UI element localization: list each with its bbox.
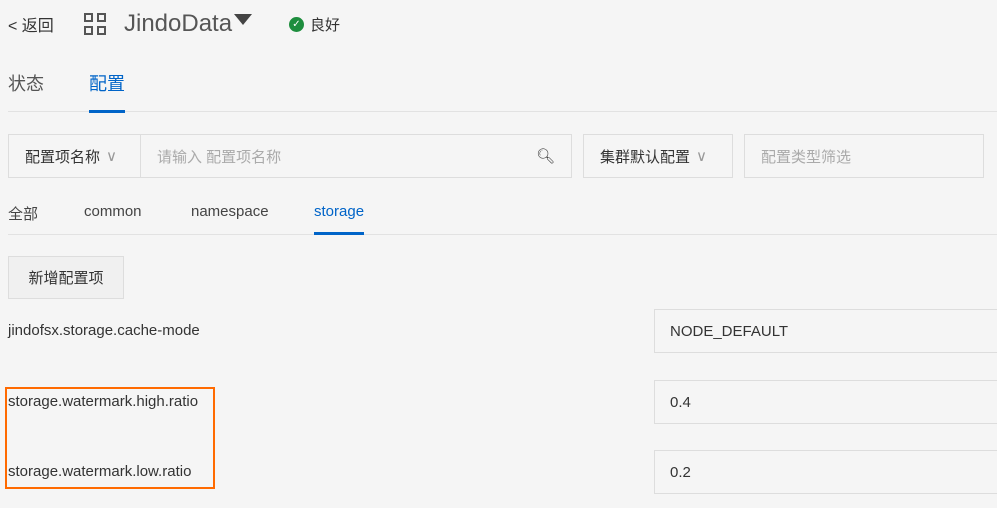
tab-common[interactable]: common <box>84 203 142 232</box>
apps-grid-icon[interactable] <box>84 13 106 35</box>
tab-namespace[interactable]: namespace <box>191 203 269 232</box>
config-value-input[interactable]: 0.4 <box>654 380 997 424</box>
chevron-down-icon: ∨ <box>696 148 707 165</box>
tab-storage[interactable]: storage <box>314 203 365 235</box>
cluster-title-dropdown[interactable]: JindoData <box>124 10 253 38</box>
search-icon[interactable]: 🔍︎ <box>536 147 555 165</box>
highlight-box <box>5 387 215 489</box>
chevron-left-icon: < <box>8 18 18 35</box>
add-config-button[interactable]: 新增配置项 <box>8 256 124 299</box>
chevron-down-icon: ∨ <box>106 148 117 165</box>
search-input[interactable]: 请输入 配置项名称 🔍︎ <box>140 134 572 178</box>
config-value-input[interactable]: NODE_DEFAULT <box>654 309 997 353</box>
back-button[interactable]: < 返回 <box>8 12 54 36</box>
main-tabs: 状态 配置 <box>8 70 997 113</box>
type-filter-input[interactable]: 配置类型筛选 <box>744 134 984 178</box>
caret-down-icon <box>234 14 253 25</box>
check-circle-icon: ✓ <box>289 17 304 32</box>
tab-config[interactable]: 配置 <box>89 70 125 113</box>
category-tabs: 全部 common namespace storage <box>8 200 997 235</box>
tab-all[interactable]: 全部 <box>8 203 38 236</box>
scope-select[interactable]: 集群默认配置 ∨ <box>583 134 733 178</box>
tab-status[interactable]: 状态 <box>8 70 44 110</box>
config-value-input[interactable]: 0.2 <box>654 450 997 494</box>
config-key: jindofsx.storage.cache-mode <box>8 322 200 339</box>
status-badge: ✓ 良好 <box>289 14 340 35</box>
field-select[interactable]: 配置项名称 ∨ <box>8 134 141 178</box>
